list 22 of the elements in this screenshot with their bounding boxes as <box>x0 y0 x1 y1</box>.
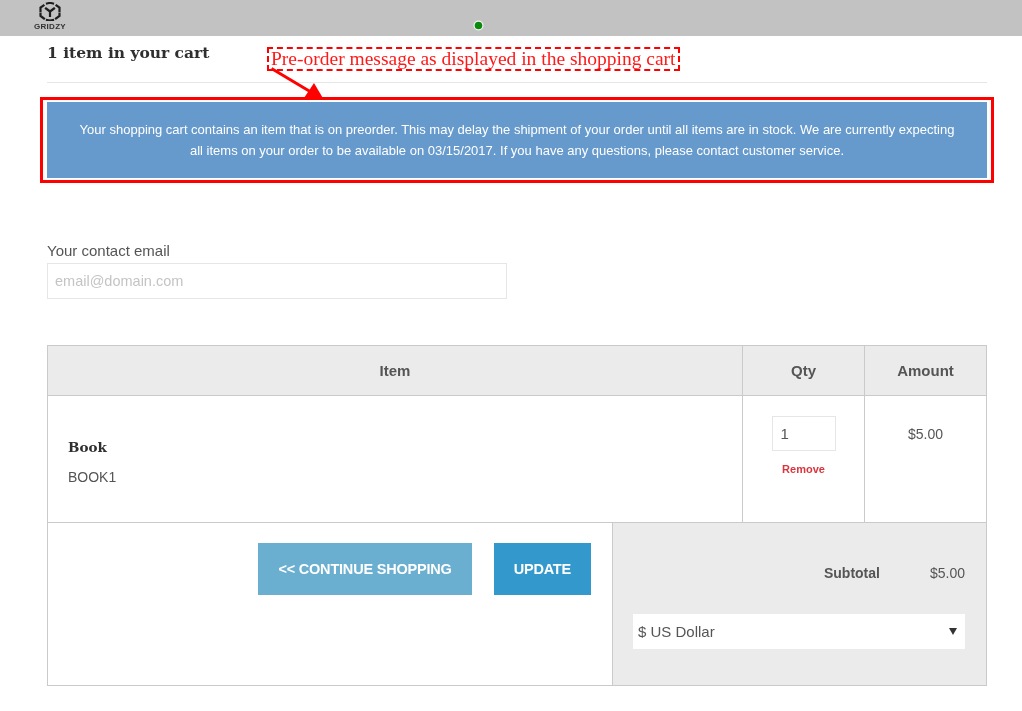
preorder-notice: Your shopping cart contains an item that is on preorder. This may delay the shipment of your order until all items are in stock. We are currently expecting all items on your order to be available on 03/15/2017. If you have any questions, please contact customer service. <box>47 102 987 178</box>
subtotal-label: Subtotal <box>823 564 880 583</box>
item-name: Book <box>68 438 107 457</box>
cart-heading: 1 item in your cart <box>47 42 210 64</box>
email-field[interactable]: email@domain.com <box>47 263 507 299</box>
update-button[interactable]: UPDATE <box>493 543 591 595</box>
status-dot-icon <box>473 20 484 31</box>
item-amount: $5.00 <box>907 425 943 444</box>
remove-link[interactable]: Remove <box>782 459 825 479</box>
column-header: Qty <box>742 346 864 395</box>
item-sku: BOOK1 <box>68 468 117 487</box>
continue-shopping-button[interactable]: << CONTINUE SHOPPING <box>258 543 472 595</box>
currency-select[interactable]: $ US Dollar <box>633 614 965 649</box>
caret-icon <box>949 628 957 635</box>
logo-text: GRIDZY <box>34 22 66 31</box>
column-header: Item <box>48 346 742 395</box>
quantity-field[interactable]: 1 <box>771 416 836 451</box>
subtotal-value: $5.00 <box>929 564 965 583</box>
logo-icon <box>39 2 61 21</box>
column-header: Amount <box>864 346 986 395</box>
field-label: Your contact email <box>47 241 170 261</box>
annotation-label: Pre-order message as displayed in the shopping cart <box>267 47 680 71</box>
